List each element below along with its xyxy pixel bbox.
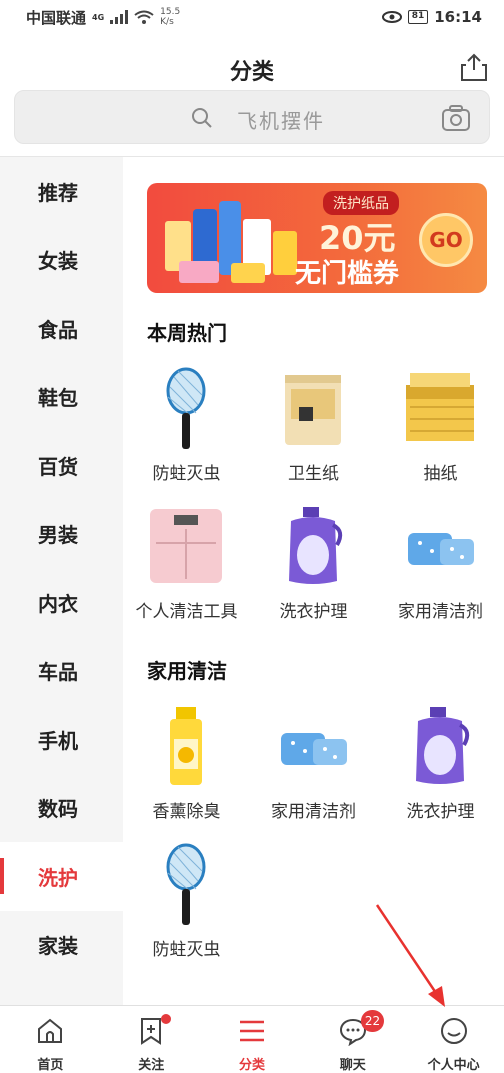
category-item[interactable]: 防蛀灭虫 — [123, 367, 250, 497]
category-item[interactable]: 家用清洁剂 — [250, 705, 377, 835]
category-item-label: 洗衣护理 — [279, 602, 348, 622]
category-item-label: 洗衣护理 — [406, 802, 475, 822]
tab-category[interactable]: 分类 — [202, 1006, 303, 1073]
sidebar-item[interactable]: 鞋包 — [0, 363, 123, 432]
status-bar: 中国联通 4G 15.5 K/s 81 16:14 — [0, 0, 504, 34]
sidebar-item[interactable]: 女装 — [0, 226, 123, 295]
sponge-icon — [273, 705, 353, 789]
signal-icon — [110, 10, 129, 24]
category-item-label: 个人清洁工具 — [135, 602, 238, 622]
category-item[interactable]: 卫生纸 — [250, 367, 377, 497]
camera-icon[interactable] — [441, 104, 471, 132]
category-item[interactable]: 香薰除臭 — [123, 705, 250, 835]
net-speed: 15.5 K/s — [160, 7, 181, 27]
tab-chat[interactable]: 22 聊天 — [302, 1006, 403, 1073]
detergent-icon — [273, 505, 353, 589]
promo-banner[interactable]: 洗护纸品 20元 无门槛券 GO — [147, 183, 487, 293]
clock: 16:14 — [434, 8, 482, 26]
home-icon — [38, 1018, 63, 1043]
racket-icon — [146, 367, 226, 451]
tab-home[interactable]: 首页 — [0, 1006, 101, 1073]
header: 分类 — [0, 34, 504, 90]
sponge-icon — [400, 505, 480, 589]
page-title: 分类 — [229, 60, 274, 85]
category-item[interactable]: 抽纸 — [377, 367, 504, 497]
detergent-icon — [400, 705, 480, 789]
sidebar-item[interactable]: 内衣 — [0, 568, 123, 637]
category-sidebar: 推荐女装食品鞋包百货男装内衣车品手机数码洗护家装母婴 — [0, 157, 123, 1005]
signal-tag: 4G — [92, 12, 105, 22]
follow-dot-badge — [161, 1014, 172, 1024]
profile-icon — [440, 1018, 467, 1044]
tab-profile[interactable]: 个人中心 — [403, 1006, 504, 1073]
tab-label: 分类 — [238, 1058, 265, 1073]
section-title: 本周热门 — [147, 321, 227, 345]
battery-indicator: 81 — [407, 10, 429, 24]
racket-icon — [146, 843, 226, 927]
banner-description: 无门槛券 — [295, 259, 400, 289]
tab-label: 关注 — [138, 1058, 165, 1073]
category-item[interactable]: 洗衣护理 — [250, 505, 377, 635]
share-icon[interactable] — [460, 52, 488, 82]
tab-label: 首页 — [37, 1058, 64, 1073]
sidebar-item[interactable]: 手机 — [0, 705, 123, 774]
category-item-label: 防蛀灭虫 — [152, 464, 221, 484]
tab-label: 聊天 — [339, 1058, 366, 1073]
banner-go-button[interactable]: GO — [419, 213, 473, 267]
category-item-label: 家用清洁剂 — [271, 802, 356, 822]
bottom-tab-bar: 首页 关注 分类 22 聊天 个人中心 — [0, 1005, 504, 1073]
tissue-icon — [400, 367, 480, 451]
eye-comfort-icon — [381, 11, 402, 23]
category-item-label: 家用清洁剂 — [398, 602, 483, 622]
scale-icon — [146, 505, 226, 589]
banner-tag: 洗护纸品 — [323, 191, 399, 215]
category-item-label: 抽纸 — [423, 464, 458, 484]
carrier-name: 中国联通 — [26, 8, 87, 27]
tab-label: 个人中心 — [427, 1058, 480, 1073]
sidebar-item[interactable]: 车品 — [0, 637, 123, 706]
search-placeholder: 飞机摆件 — [237, 109, 325, 133]
category-item[interactable]: 家用清洁剂 — [377, 505, 504, 635]
banner-products-image — [165, 201, 297, 283]
chat-count-badge: 22 — [360, 1010, 385, 1032]
wifi-icon — [134, 10, 154, 24]
section-title: 家用清洁 — [147, 659, 227, 683]
sidebar-item[interactable]: 推荐 — [0, 157, 123, 226]
category-icon — [239, 1020, 264, 1042]
sidebar-item[interactable]: 洗护 — [0, 842, 123, 911]
category-item-label: 防蛀灭虫 — [152, 940, 221, 960]
sidebar-item[interactable]: 家装 — [0, 911, 123, 980]
spray-icon — [146, 705, 226, 789]
search-icon — [192, 108, 212, 128]
sidebar-item[interactable]: 百货 — [0, 431, 123, 500]
search-bar[interactable]: 飞机摆件 — [14, 90, 490, 144]
tab-follow[interactable]: 关注 — [101, 1006, 202, 1073]
toilet-paper-icon — [273, 367, 353, 451]
sidebar-item[interactable]: 男装 — [0, 500, 123, 569]
category-item-label: 香薰除臭 — [152, 802, 221, 822]
category-item[interactable]: 洗衣护理 — [377, 705, 504, 835]
category-item[interactable]: 个人清洁工具 — [123, 505, 250, 635]
sidebar-item[interactable]: 食品 — [0, 294, 123, 363]
sidebar-item[interactable]: 母婴 — [0, 979, 123, 1005]
sidebar-item[interactable]: 数码 — [0, 774, 123, 843]
category-content: 洗护纸品 20元 无门槛券 GO 本周热门 防蛀灭虫 卫生纸 抽纸 个人清洁工具 洗衣护理… — [123, 157, 504, 1005]
category-item-label: 卫生纸 — [288, 464, 339, 484]
category-item[interactable]: 防蛀灭虫 — [123, 843, 250, 973]
